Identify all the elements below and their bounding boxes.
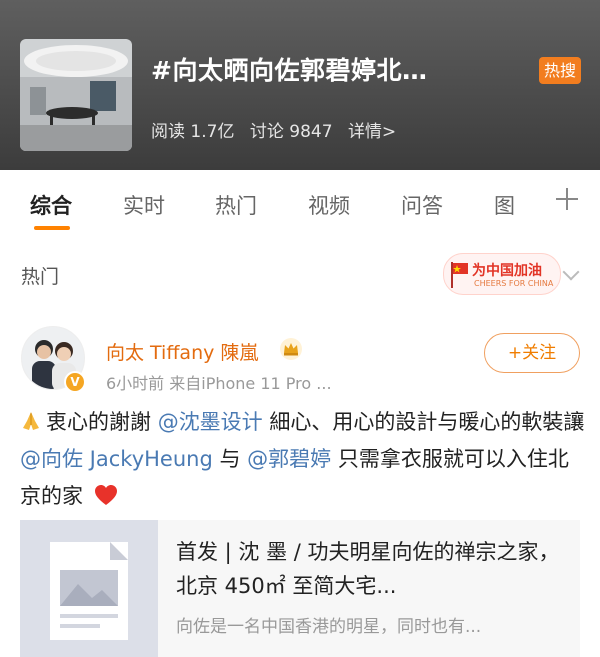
heart-icon [94, 485, 117, 505]
tab-qa[interactable]: 问答 [401, 190, 443, 220]
discussion-count: 讨论 9847 [249, 122, 333, 142]
chevron-down-icon[interactable] [562, 263, 580, 281]
mention-link[interactable]: @向佐 JackyHeung [20, 447, 213, 471]
post-text-part: 衷心的謝謝 [46, 410, 151, 434]
flag-icon [451, 262, 468, 288]
post-text-part: 細心、用心的設計与暖心的軟裝讓 [269, 410, 585, 434]
read-count: 阅读 1.7亿 [151, 122, 235, 142]
active-tab-indicator [34, 226, 70, 230]
tab-bar: 综合 实时 热门 视频 问答 图 [0, 170, 600, 236]
post-text: 衷心的謝謝 @沈墨设计 細心、用心的設計与暖心的軟裝讓 @向佐 JackyHeu… [20, 404, 585, 515]
author-name[interactable]: 向太 Tiffany 陳嵐 [106, 338, 258, 365]
hot-search-badge: 热搜 [539, 57, 581, 84]
topic-stats: 阅读 1.7亿 讨论 9847 详情> [151, 117, 406, 142]
topic-title: #向太晒向佐郭碧婷北… [151, 56, 428, 85]
tab-video[interactable]: 视频 [308, 190, 350, 220]
praying-hands-icon [23, 412, 39, 430]
topic-cover-image[interactable] [20, 39, 132, 151]
tab-images[interactable]: 图 [494, 190, 515, 220]
cheer-subtitle: CHEERS FOR CHINA [474, 279, 554, 288]
topic-header: #向太晒向佐郭碧婷北… 热搜 阅读 1.7亿 讨论 9847 详情> [0, 0, 600, 170]
mention-link[interactable]: @沈墨设计 [158, 410, 263, 434]
mention-link[interactable]: @郭碧婷 [247, 447, 331, 471]
details-link[interactable]: 详情> [348, 122, 396, 142]
tab-hot[interactable]: 热门 [215, 190, 257, 220]
card-description: 向佐是一名中国香港的明星，同时也有... [176, 617, 482, 637]
crown-icon [280, 338, 302, 360]
card-thumbnail [20, 520, 158, 657]
follow-button[interactable]: +关注 [484, 333, 580, 373]
verified-icon: V [64, 371, 86, 393]
section-label: 热门 [21, 266, 60, 288]
tab-realtime[interactable]: 实时 [123, 190, 165, 220]
post-meta: 6小时前 来自iPhone 11 Pro ... [106, 374, 332, 393]
cheer-title: 为中国加油 [472, 263, 542, 279]
tab-comprehensive[interactable]: 综合 [30, 190, 72, 220]
link-card[interactable]: 首发 | 沈 墨 / 功夫明星向佐的禅宗之家，北京 450㎡ 至简大宅... 向… [20, 520, 580, 657]
card-title: 首发 | 沈 墨 / 功夫明星向佐的禅宗之家，北京 450㎡ 至简大宅... [176, 540, 560, 598]
add-tab-icon[interactable] [556, 188, 578, 210]
cheer-for-china-banner[interactable]: 为中国加油 CHEERS FOR CHINA [443, 253, 561, 295]
post-text-part: 与 [219, 447, 241, 471]
article-icon [50, 542, 128, 640]
